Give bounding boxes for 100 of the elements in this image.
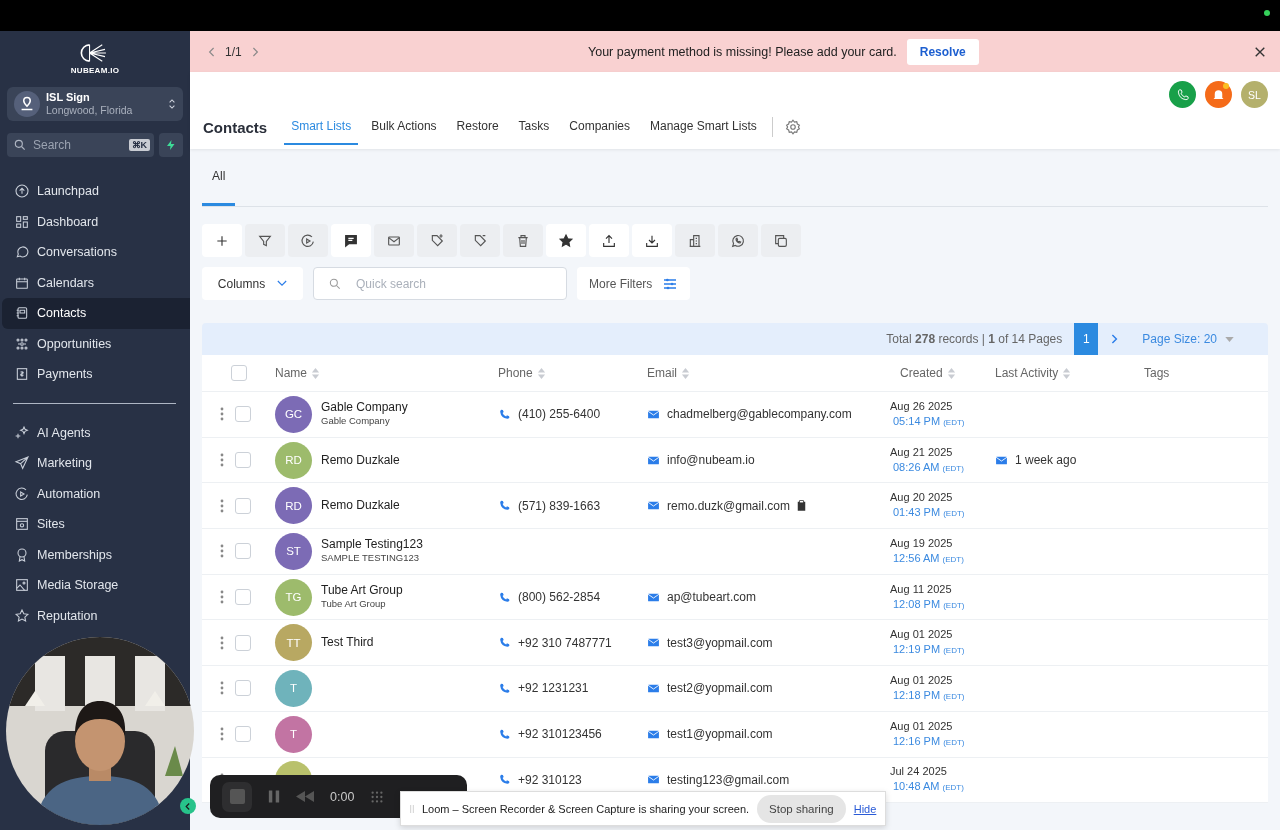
stop-sharing-button[interactable]: Stop sharing [757,794,846,823]
contact-name[interactable]: Remo Duzkale [321,499,400,513]
column-header[interactable]: Phone [498,366,533,380]
page-title: Contacts [203,118,268,136]
checkbox[interactable] [235,497,251,514]
phone-icon [498,727,511,741]
drag-handle-icon[interactable] [220,590,224,605]
star-button[interactable] [546,224,586,257]
nav-item[interactable]: Contacts [2,298,190,329]
search-input[interactable]: Search [31,137,125,153]
contact-name[interactable]: Gable Company [321,401,408,415]
chevron-left-icon[interactable] [208,45,216,58]
columns-dropdown[interactable]: Columns [202,267,303,300]
next-page-icon[interactable] [1110,333,1119,345]
nav-item[interactable]: Sites [0,509,190,540]
nav-item[interactable]: Launchpad [0,176,190,207]
more-filters-button[interactable]: More Filters [577,267,691,300]
status-dot-icon [1264,10,1270,16]
drag-handle-icon[interactable] [220,544,224,559]
column-header[interactable]: Tags [1144,366,1170,380]
drag-handle-icon[interactable] [220,681,224,696]
nav-item[interactable]: Memberships [0,539,190,570]
created-date: Aug 11 2025 [890,582,952,596]
whatsapp-icon [730,232,746,249]
tab[interactable]: Manage Smart Lists [643,109,764,145]
search-field[interactable]: Search ⌘K [7,133,154,157]
checkbox[interactable] [235,406,251,423]
quick-action-button[interactable] [159,133,183,157]
drag-handle-icon[interactable] [220,727,224,742]
search-icon [13,138,27,152]
column-header[interactable]: Email [647,366,677,380]
tab[interactable]: Tasks [511,109,557,145]
created-time: 08:26 AM (EDT) [892,460,964,475]
column-header[interactable]: Created [900,366,943,380]
account-location: Longwood, Florida [46,104,134,117]
drag-handle-icon[interactable] [220,635,224,650]
pause-icon[interactable] [268,789,280,804]
nav-item[interactable]: Calendars [0,267,190,298]
quick-search-field[interactable]: Quick search [313,267,567,300]
created-time: 12:16 PM (EDT) [892,734,965,749]
email-address: info@nubeam.io [667,453,755,468]
column-header[interactable]: Name [275,366,307,380]
created-date: Aug 01 2025 [890,673,953,687]
browser-icon [14,516,30,533]
checkbox[interactable] [235,634,251,651]
stop-button[interactable] [222,781,252,812]
nav-item[interactable]: Reputation [0,600,190,631]
banner-message: Your payment method is missing! Please add your card. [588,44,897,59]
checkbox[interactable] [235,452,251,469]
shortcut-key: ⌘K [128,139,150,151]
phone-number: (571) 839-1663 [518,498,601,513]
account-switcher[interactable]: ISL Sign Longwood, Florida [7,87,183,121]
hide-link[interactable]: Hide [853,802,877,815]
upload-button[interactable] [589,224,629,257]
nav-item[interactable]: Media Storage [0,570,190,601]
checkbox[interactable] [235,589,251,606]
checkbox[interactable] [235,680,251,697]
resolve-button[interactable]: Resolve [906,38,979,65]
phone-icon [498,636,511,650]
checkbox[interactable] [235,543,251,560]
clipboard-icon[interactable] [796,500,806,512]
play-circle-icon [14,485,30,502]
nav-item[interactable]: Dashboard [0,206,190,237]
contact-name[interactable]: Remo Duzkale [321,453,400,467]
contact-name[interactable]: Tube Art Group [321,584,403,598]
checkbox[interactable] [231,365,247,381]
tab[interactable]: Companies [562,109,637,145]
drag-handle-icon[interactable] [220,407,224,422]
chevron-down-icon [277,280,288,287]
nav-item[interactable]: Automation [0,478,190,509]
created-date: Aug 20 2025 [890,491,953,505]
add-button[interactable] [202,224,242,257]
nav-item[interactable]: Payments [0,359,190,390]
message-button[interactable] [331,224,371,257]
tab[interactable]: Restore [449,109,506,145]
drag-handle-icon[interactable] [220,453,224,468]
nav-item[interactable]: AI Agents [0,417,190,448]
contact-name[interactable]: Test Third [321,636,374,650]
phone-icon [498,407,511,421]
page-button[interactable]: 1 [1074,323,1099,355]
tab[interactable]: Bulk Actions [364,109,444,145]
phone-button[interactable] [1169,81,1196,108]
caret-icon [1225,336,1234,342]
download-button[interactable] [632,224,672,257]
checkbox[interactable] [235,726,251,743]
nav-item[interactable]: Opportunities [0,328,190,359]
tab[interactable]: All [202,149,236,206]
drag-handle-icon[interactable] [220,498,224,513]
rewind-icon[interactable] [296,791,314,802]
award-icon [14,546,30,563]
contact-name[interactable]: Sample Testing123 [321,538,423,552]
settings-icon[interactable] [783,118,802,136]
close-icon[interactable] [1254,45,1266,58]
nav-item[interactable]: Conversations [0,237,190,268]
notifications-button[interactable] [1205,81,1232,108]
tab[interactable]: Smart Lists [284,109,359,145]
grid-dots-icon[interactable] [370,789,385,804]
nav-item[interactable]: Marketing [0,448,190,479]
column-header[interactable]: Last Activity [995,366,1059,380]
chevron-right-icon[interactable] [250,45,259,58]
